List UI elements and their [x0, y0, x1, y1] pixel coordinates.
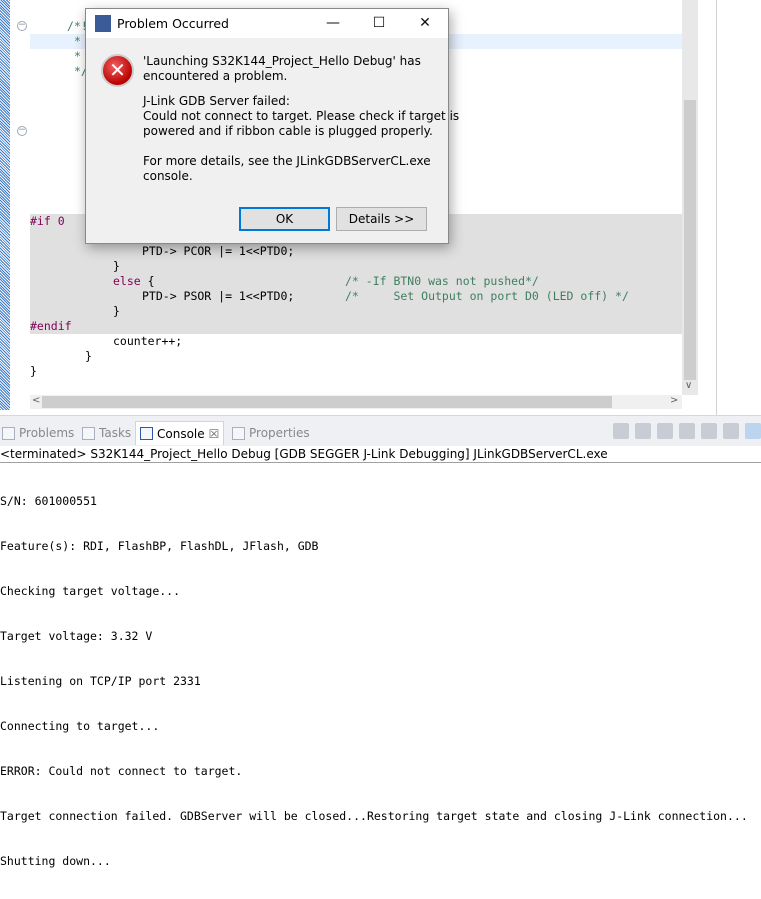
horizontal-scrollbar[interactable]: < >: [30, 395, 682, 409]
code-line-counter: counter++;: [113, 334, 183, 348]
console-panel: Problems Tasks Console ☒ Properties <term…: [0, 415, 761, 868]
else-brace: {: [140, 274, 155, 288]
tab-label: Properties: [249, 426, 310, 440]
scroll-left-icon[interactable]: <: [32, 395, 40, 406]
word-wrap-icon[interactable]: [723, 423, 739, 439]
code-line-brace: }: [113, 259, 120, 273]
code-line-brace: }: [85, 349, 92, 363]
editor-gutter: − −: [10, 0, 30, 395]
ok-button[interactable]: OK: [239, 207, 330, 231]
console-icon: [140, 427, 153, 440]
close-button[interactable]: ✕: [402, 9, 448, 38]
code-line-else: else {: [113, 274, 155, 289]
console-header: <terminated> S32K144_Project_Hello Debug…: [0, 446, 761, 463]
tab-label: Tasks: [99, 426, 132, 440]
console-output[interactable]: S/N: 601000551 Feature(s): RDI, FlashBP,…: [0, 464, 748, 899]
minimize-button[interactable]: —: [310, 9, 356, 38]
tab-tasks[interactable]: Tasks: [82, 421, 131, 445]
console-line: Connecting to target...: [0, 719, 160, 733]
clear-console-icon[interactable]: [679, 423, 695, 439]
console-line: Feature(s): RDI, FlashBP, FlashDL, JFlas…: [0, 539, 319, 553]
terminate-icon[interactable]: [613, 423, 629, 439]
maximize-button[interactable]: ☐: [356, 9, 402, 38]
close-tab-icon[interactable]: ☒: [209, 422, 220, 446]
else-keyword: else: [113, 274, 141, 288]
code-comment: /* -If BTN0 was not pushed*/: [345, 274, 539, 288]
code-line-if0: #if 0: [30, 214, 65, 228]
console-line: S/N: 601000551: [0, 494, 97, 508]
left-sidebar-edge: [0, 0, 10, 410]
dialog-titlebar[interactable]: Problem Occurred — ☐ ✕: [86, 9, 448, 38]
code-comment: /* Set Output on port D0 (LED off) */: [345, 289, 629, 303]
console-line: Target voltage: 3.32 V: [0, 629, 153, 643]
dialog-more-info: For more details, see the JLinkGDBServer…: [143, 154, 431, 183]
panel-tabs: Problems Tasks Console ☒ Properties: [0, 416, 761, 446]
remove-launch-icon[interactable]: [635, 423, 651, 439]
tab-problems[interactable]: Problems: [2, 421, 74, 445]
show-console-icon[interactable]: [745, 423, 761, 439]
fold-collapse-icon[interactable]: −: [17, 21, 27, 31]
console-line: ERROR: Could not connect to target.: [0, 764, 243, 778]
tasks-icon: [82, 426, 95, 440]
scrollbar-thumb[interactable]: [684, 100, 696, 380]
scroll-down-icon[interactable]: ∨: [685, 380, 692, 391]
fold-collapse-icon[interactable]: −: [17, 126, 27, 136]
s32ds-logo-icon: [95, 15, 111, 32]
console-line: Shutting down...: [0, 854, 111, 868]
console-line: Target connection failed. GDBServer will…: [0, 809, 748, 823]
details-button[interactable]: Details >>: [336, 207, 427, 231]
dialog-title: Problem Occurred: [117, 16, 229, 31]
code-line-psor: PTD-> PSOR |= 1<<PTD0;: [142, 289, 295, 303]
console-toolbar: [613, 423, 761, 439]
code-line-brace: }: [30, 364, 37, 378]
tab-label: Console: [157, 426, 205, 441]
tab-properties[interactable]: Properties: [232, 421, 310, 445]
tab-label: Problems: [19, 426, 75, 440]
scroll-right-icon[interactable]: >: [670, 395, 678, 406]
code-line-endif: #endif: [30, 319, 72, 333]
scrollbar-thumb[interactable]: [42, 396, 612, 408]
console-line: Checking target voltage...: [0, 584, 181, 598]
error-icon: ✕: [101, 54, 134, 87]
dialog-error-detail: J-Link GDB Server failed: Could not conn…: [143, 94, 460, 138]
remove-all-launches-icon[interactable]: [657, 423, 673, 439]
properties-icon: [232, 426, 245, 440]
right-pane: [716, 0, 761, 415]
tab-console[interactable]: Console ☒: [135, 421, 225, 446]
dialog-message: 'Launching S32K144_Project_Hello Debug' …: [143, 54, 421, 83]
vertical-scrollbar[interactable]: ∨: [682, 0, 698, 395]
problem-dialog: Problem Occurred — ☐ ✕ ✕ 'Launching S32K…: [85, 8, 459, 244]
scroll-lock-icon[interactable]: [701, 423, 717, 439]
code-line-pcor: PTD-> PCOR |= 1<<PTD0;: [142, 244, 295, 258]
code-line-brace: }: [113, 304, 120, 318]
console-line: Listening on TCP/IP port 2331: [0, 674, 201, 688]
problems-icon: [2, 426, 15, 440]
